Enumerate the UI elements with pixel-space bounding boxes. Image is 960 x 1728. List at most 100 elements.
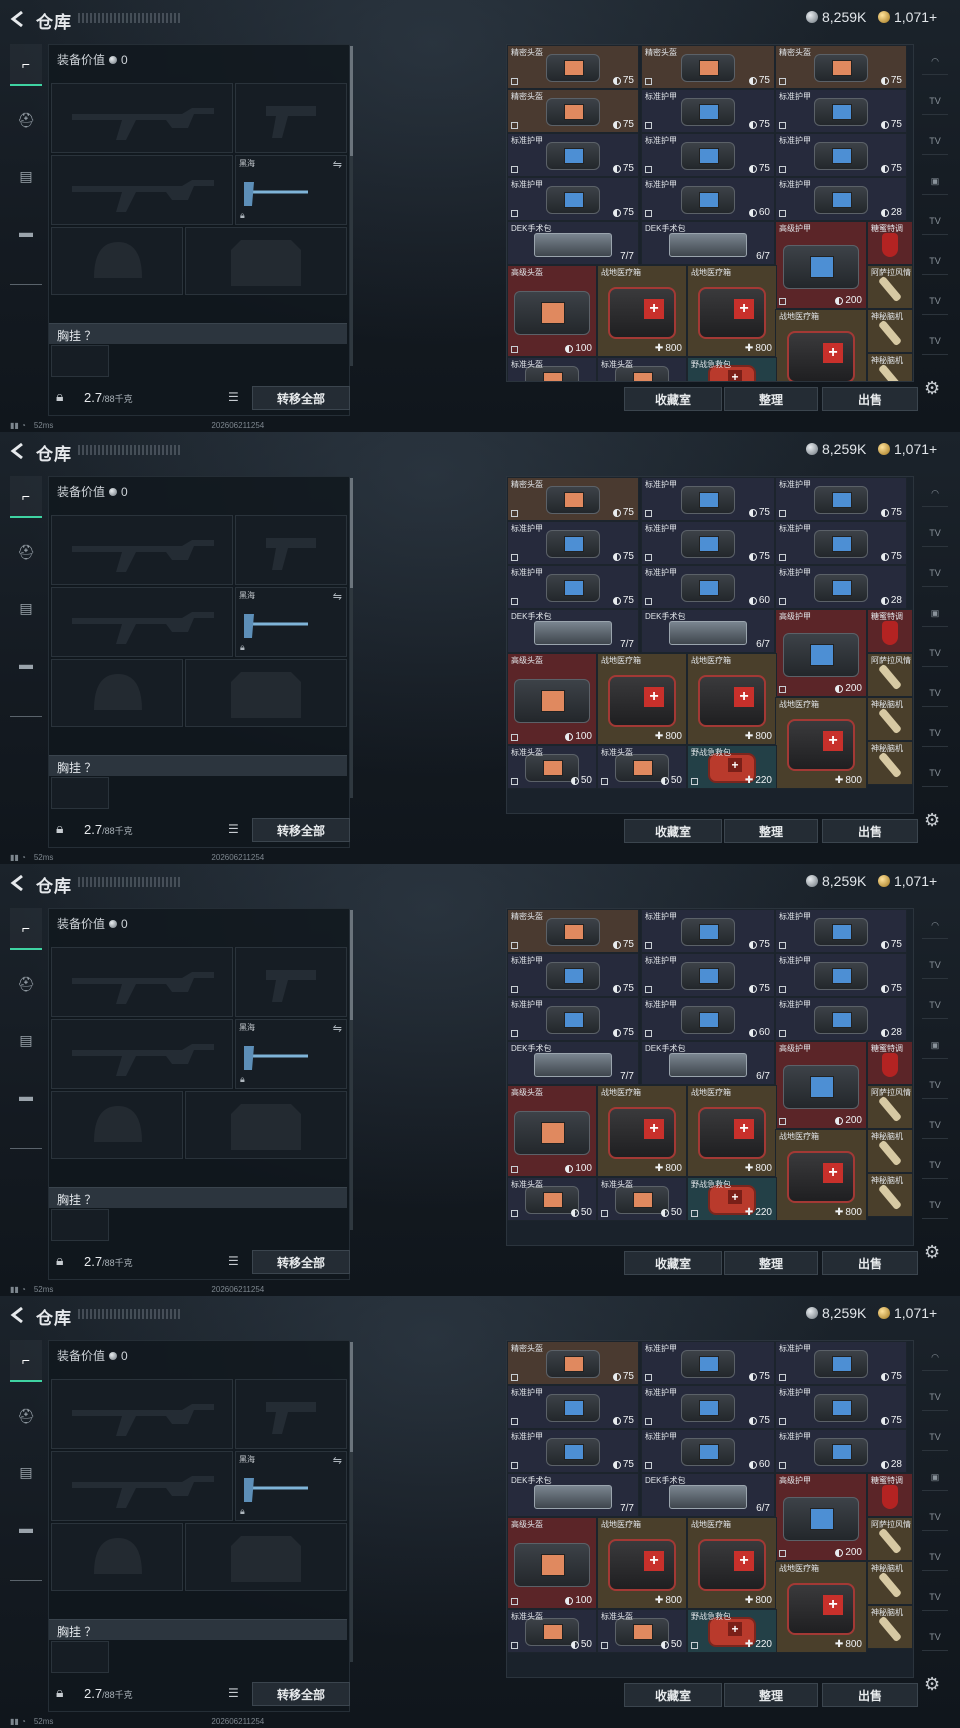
swap-icon[interactable]: ⇋	[333, 158, 342, 171]
gold-currency[interactable]: 1,071+	[878, 873, 937, 889]
gear-icon[interactable]: ⚙	[924, 810, 940, 831]
storage-item[interactable]: 神秘脑机	[867, 697, 913, 741]
storage-item[interactable]: 精密头盔 75	[775, 45, 907, 89]
sell-button[interactable]: 出售	[822, 1251, 918, 1275]
secondary-weapon-slot[interactable]	[51, 1019, 233, 1089]
favorites-button[interactable]: 收藏室	[624, 387, 722, 411]
storage-item[interactable]: 战地医疗箱 ✚800	[597, 1085, 687, 1177]
rail-tool-icon[interactable]: TV	[922, 1192, 948, 1219]
primary-weapon-slot[interactable]	[51, 1379, 233, 1449]
sell-button[interactable]: 出售	[822, 1683, 918, 1707]
gold-currency[interactable]: 1,071+	[878, 441, 937, 457]
category-armor[interactable]: ⛑	[10, 100, 42, 140]
category-weapons[interactable]: ⌐	[10, 908, 42, 950]
gear-icon[interactable]: ⚙	[924, 1242, 940, 1263]
category-bag[interactable]: ▬	[10, 644, 42, 684]
rail-tool-icon[interactable]: TV	[922, 992, 948, 1019]
rail-tool-icon[interactable]: TV	[922, 952, 948, 979]
storage-item[interactable]: 标准护甲 60	[641, 565, 775, 609]
category-weapons[interactable]: ⌐	[10, 476, 42, 518]
storage-item[interactable]: DEK手术包 7/7	[507, 609, 639, 653]
chest-rig-slot[interactable]	[51, 777, 109, 809]
storage-item[interactable]: 野战急救包✚220	[687, 1177, 777, 1221]
melee-slot[interactable]: 黑海 ⇋ 🔒︎	[235, 587, 347, 657]
helmet-slot[interactable]	[51, 659, 183, 727]
storage-item[interactable]: 标准头盔50	[507, 745, 597, 789]
storage-item[interactable]: 标准护甲 75	[775, 133, 907, 177]
equipment-scrollbar[interactable]	[350, 478, 353, 798]
body-armor-slot[interactable]	[185, 227, 347, 295]
equipment-scrollbar[interactable]	[350, 910, 353, 1230]
body-armor-slot[interactable]	[185, 1091, 347, 1159]
storage-item[interactable]: 战地医疗箱 ✚800	[687, 1085, 777, 1177]
body-armor-slot[interactable]	[185, 659, 347, 727]
favorites-button[interactable]: 收藏室	[624, 1683, 722, 1707]
rail-tool-icon[interactable]: TV	[922, 1152, 948, 1179]
chest-rig-slot[interactable]	[51, 345, 109, 377]
storage-item[interactable]: 标准护甲 75	[641, 909, 775, 953]
swap-icon[interactable]: ⇋	[333, 590, 342, 603]
storage-item[interactable]: 标准护甲 75	[641, 1341, 775, 1385]
storage-item[interactable]: DEK手术包 7/7	[507, 1041, 639, 1085]
storage-item[interactable]: 标准护甲 75	[641, 89, 775, 133]
storage-item[interactable]: 高级护甲 200	[775, 221, 867, 309]
storage-item[interactable]: 神秘脑机	[867, 353, 913, 381]
transfer-all-button[interactable]: 转移全部	[252, 818, 350, 842]
storage-item[interactable]: 精密头盔 75	[507, 477, 639, 521]
sell-button[interactable]: 出售	[822, 819, 918, 843]
storage-item[interactable]: 野战急救包✚220	[687, 745, 777, 789]
storage-item[interactable]: 标准护甲 75	[507, 953, 639, 997]
storage-item[interactable]: DEK手术包 6/7	[641, 221, 775, 265]
transfer-all-button[interactable]: 转移全部	[252, 386, 350, 410]
rail-tool-icon[interactable]: ◠	[922, 912, 948, 939]
storage-item[interactable]: 神秘脑机	[867, 1129, 913, 1173]
storage-item[interactable]: 神秘脑机	[867, 1561, 913, 1605]
storage-item[interactable]: 标准护甲 75	[507, 177, 639, 221]
storage-item[interactable]: 标准护甲 75	[507, 1385, 639, 1429]
equipment-scrollbar[interactable]	[350, 46, 353, 366]
storage-item[interactable]: 野战急救包✚220	[687, 357, 777, 381]
chest-rig-header[interactable]: 胸挂 ？	[49, 755, 347, 776]
storage-item[interactable]: 标准护甲 75	[507, 997, 639, 1041]
storage-item[interactable]: 高级头盔 100	[507, 1517, 597, 1609]
storage-item[interactable]: 战地医疗箱 ✚800	[597, 265, 687, 357]
rail-tool-icon[interactable]: TV	[922, 128, 948, 155]
melee-slot[interactable]: 黑海 ⇋ 🔒︎	[235, 1451, 347, 1521]
secondary-weapon-slot[interactable]	[51, 155, 233, 225]
list-icon[interactable]: ☰	[228, 822, 239, 836]
rail-tool-icon[interactable]: TV	[922, 760, 948, 787]
storage-item[interactable]: 战地医疗箱 ✚800	[597, 1517, 687, 1609]
chest-rig-header[interactable]: 胸挂 ？	[49, 1187, 347, 1208]
storage-item[interactable]: 精密头盔 75	[507, 1341, 639, 1385]
rail-tool-icon[interactable]: TV	[922, 640, 948, 667]
storage-item[interactable]: 标准头盔50	[507, 357, 597, 381]
helmet-slot[interactable]	[51, 227, 183, 295]
transfer-all-button[interactable]: 转移全部	[252, 1250, 350, 1274]
storage-item[interactable]: 战地医疗箱 ✚800	[775, 1129, 867, 1221]
storage-item[interactable]: 标准护甲 60	[641, 1429, 775, 1473]
chest-rig-slot[interactable]	[51, 1209, 109, 1241]
rail-tool-icon[interactable]: TV	[922, 328, 948, 355]
back-arrow-icon[interactable]	[10, 1306, 26, 1324]
gold-currency[interactable]: 1,071+	[878, 9, 937, 25]
rail-tool-icon[interactable]: ▣	[922, 600, 948, 627]
rail-tool-icon[interactable]: ▣	[922, 1464, 948, 1491]
pistol-slot[interactable]	[235, 83, 347, 153]
storage-item[interactable]: 战地医疗箱 ✚800	[687, 1517, 777, 1609]
rail-tool-icon[interactable]: TV	[922, 1584, 948, 1611]
gold-currency[interactable]: 1,071+	[878, 1305, 937, 1321]
rail-tool-icon[interactable]: TV	[922, 1424, 948, 1451]
storage-item[interactable]: 精密头盔 75	[507, 909, 639, 953]
storage-item[interactable]: 阿萨拉风情	[867, 1517, 913, 1561]
storage-item[interactable]: 精密头盔 75	[507, 45, 639, 89]
storage-item[interactable]: 标准护甲 28	[775, 1429, 907, 1473]
helmet-slot[interactable]	[51, 1091, 183, 1159]
rail-tool-icon[interactable]: TV	[922, 720, 948, 747]
storage-item[interactable]: 阿萨拉风情	[867, 1085, 913, 1129]
storage-item[interactable]: 神秘脑机	[867, 741, 913, 785]
gear-icon[interactable]: ⚙	[924, 1674, 940, 1695]
sell-button[interactable]: 出售	[822, 387, 918, 411]
storage-item[interactable]: 战地医疗箱 ✚800	[687, 653, 777, 745]
category-weapons[interactable]: ⌐	[10, 1340, 42, 1382]
chest-rig-header[interactable]: 胸挂 ？	[49, 1619, 347, 1640]
